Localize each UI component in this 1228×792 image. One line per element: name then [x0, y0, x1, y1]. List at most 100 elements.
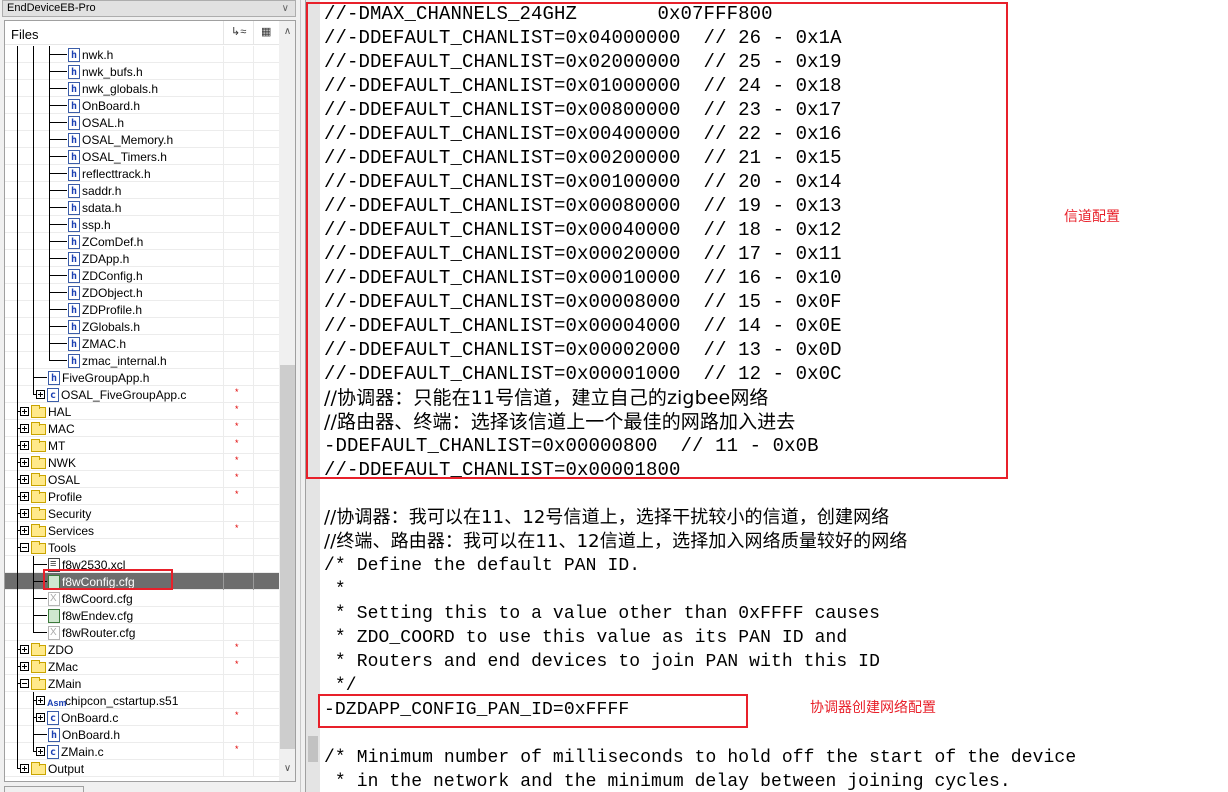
expand-icon[interactable] [20, 458, 29, 467]
code-line[interactable]: //-DDEFAULT_CHANLIST=0x00008000 // 15 - … [324, 290, 1076, 314]
expand-icon[interactable] [36, 696, 45, 705]
tree-item[interactable]: ZMac * [5, 658, 279, 676]
code-line[interactable]: * [324, 578, 1076, 602]
code-line[interactable]: //-DDEFAULT_CHANLIST=0x00020000 // 17 - … [324, 242, 1076, 266]
expand-icon[interactable] [20, 424, 29, 433]
code-line[interactable] [324, 722, 1076, 746]
tree-item[interactable]: saddr.h [5, 182, 279, 200]
code-line[interactable]: */ [324, 674, 1076, 698]
collapse-icon[interactable] [20, 543, 29, 552]
code-line[interactable]: //-DDEFAULT_CHANLIST=0x00002000 // 13 - … [324, 338, 1076, 362]
tree-item[interactable]: ZGlobals.h [5, 318, 279, 336]
code-line[interactable]: * in the network and the minimum delay b… [324, 770, 1076, 792]
expand-icon[interactable] [20, 645, 29, 654]
tree-item[interactable]: nwk_bufs.h [5, 63, 279, 81]
tree-item[interactable]: Services * [5, 522, 279, 540]
code-editor[interactable]: //-DMAX_CHANNELS_24GHZ 0x07FFF800//-DDEF… [306, 0, 1228, 792]
tree-item[interactable]: OSAL.h [5, 114, 279, 132]
tree-item[interactable]: OnBoard.h [5, 97, 279, 115]
scroll-down-icon[interactable]: ∨ [279, 760, 295, 777]
tree-item[interactable]: HAL * [5, 403, 279, 421]
chevron-down-icon[interactable]: ∨ [282, 1, 289, 16]
code-line[interactable]: //-DDEFAULT_CHANLIST=0x00040000 // 18 - … [324, 218, 1076, 242]
expand-icon[interactable] [20, 764, 29, 773]
code-line[interactable]: //-DMAX_CHANNELS_24GHZ 0x07FFF800 [324, 2, 1076, 26]
expand-icon[interactable] [36, 390, 45, 399]
tree-item[interactable]: zmac_internal.h [5, 352, 279, 370]
expand-icon[interactable] [20, 526, 29, 535]
tree-item[interactable]: NWK * [5, 454, 279, 472]
tree-scrollbar[interactable]: ∧ ∨ [279, 21, 295, 781]
code-line[interactable] [324, 482, 1076, 506]
tree-item[interactable]: OSAL_Timers.h [5, 148, 279, 166]
code-line[interactable]: * Setting this to a value other than 0xF… [324, 602, 1076, 626]
code-line[interactable]: * ZDO_COORD to use this value as its PAN… [324, 626, 1076, 650]
tree-item[interactable]: ZDApp.h [5, 250, 279, 268]
code-line[interactable]: -DZDAPP_CONFIG_PAN_ID=0xFFFF [324, 698, 1076, 722]
code-line[interactable]: //-DDEFAULT_CHANLIST=0x02000000 // 25 - … [324, 50, 1076, 74]
tree-item[interactable]: f8wRouter.cfg [5, 624, 279, 642]
tree-item[interactable]: ZMAC.h [5, 335, 279, 353]
code-line[interactable]: * Routers and end devices to join PAN wi… [324, 650, 1076, 674]
tree-item[interactable]: OSAL * [5, 471, 279, 489]
code-line[interactable]: //路由器、终端：选择该信道上一个最佳的网路加入进去 [324, 410, 1076, 434]
expand-icon[interactable] [20, 509, 29, 518]
tree-item[interactable]: f8w2530.xcl [5, 556, 279, 574]
expand-icon[interactable] [36, 713, 45, 722]
code-line[interactable]: /* Define the default PAN ID. [324, 554, 1076, 578]
expand-icon[interactable] [20, 441, 29, 450]
code-line[interactable]: //-DDEFAULT_CHANLIST=0x00010000 // 16 - … [324, 266, 1076, 290]
code-line[interactable]: //-DDEFAULT_CHANLIST=0x00200000 // 21 - … [324, 146, 1076, 170]
code-line[interactable]: //-DDEFAULT_CHANLIST=0x00400000 // 22 - … [324, 122, 1076, 146]
options-column-header[interactable]: ↳≈ [223, 21, 253, 45]
tree-item[interactable]: Tools [5, 539, 279, 557]
scrollbar-thumb[interactable] [280, 365, 295, 749]
collapse-icon[interactable] [20, 679, 29, 688]
tree-item[interactable]: sdata.h [5, 199, 279, 217]
tree-item[interactable]: OnBoard.c * [5, 709, 279, 727]
code-line[interactable]: //-DDEFAULT_CHANLIST=0x00001000 // 12 - … [324, 362, 1076, 386]
tree-item[interactable]: f8wEndev.cfg [5, 607, 279, 625]
tree-item[interactable]: FiveGroupApp.h [5, 369, 279, 387]
code-line[interactable]: //终端、路由器：我可以在11、12信道上，选择加入网络质量较好的网络 [324, 530, 1076, 554]
tree-item[interactable]: Output [5, 760, 279, 777]
tree-item[interactable]: MAC * [5, 420, 279, 438]
code-line[interactable]: //-DDEFAULT_CHANLIST=0x00004000 // 14 - … [324, 314, 1076, 338]
tree-item[interactable]: OSAL_FiveGroupApp.c * [5, 386, 279, 404]
workspace-bottom-tab[interactable] [4, 786, 84, 792]
tree-item[interactable]: ssp.h [5, 216, 279, 234]
tree-item[interactable]: Security [5, 505, 279, 523]
overview-column-header[interactable]: ▦ [253, 21, 279, 45]
code-line[interactable]: //-DDEFAULT_CHANLIST=0x04000000 // 26 - … [324, 26, 1076, 50]
tree-item[interactable]: Profile * [5, 488, 279, 506]
code-line[interactable]: //-DDEFAULT_CHANLIST=0x00001800 [324, 458, 1076, 482]
code-line[interactable]: //-DDEFAULT_CHANLIST=0x01000000 // 24 - … [324, 74, 1076, 98]
tree-item[interactable]: nwk_globals.h [5, 80, 279, 98]
expand-icon[interactable] [20, 407, 29, 416]
code-line[interactable]: //-DDEFAULT_CHANLIST=0x00800000 // 23 - … [324, 98, 1076, 122]
tree-item[interactable]: OSAL_Memory.h [5, 131, 279, 149]
project-config-dropdown[interactable]: EndDeviceEB-Pro ∨ [2, 0, 296, 17]
tree-item[interactable]: ZMain.c * [5, 743, 279, 761]
tree-item[interactable]: ZDO * [5, 641, 279, 659]
expand-icon[interactable] [20, 662, 29, 671]
expand-icon[interactable] [20, 475, 29, 484]
code-line[interactable]: //协调器：只能在11号信道，建立自己的zigbee网络 [324, 386, 1076, 410]
expand-icon[interactable] [36, 747, 45, 756]
tree-item[interactable]: ZComDef.h [5, 233, 279, 251]
tree-item[interactable]: reflecttrack.h [5, 165, 279, 183]
tree-item[interactable]: ZMain [5, 675, 279, 693]
tree-item[interactable]: f8wCoord.cfg [5, 590, 279, 608]
code-line[interactable]: //协调器：我可以在11、12号信道上，选择干扰较小的信道，创建网络 [324, 506, 1076, 530]
tree-item[interactable]: ZDObject.h [5, 284, 279, 302]
code-line[interactable]: //-DDEFAULT_CHANLIST=0x00080000 // 19 - … [324, 194, 1076, 218]
tree-item[interactable]: chipcon_cstartup.s51 [5, 692, 279, 711]
code-line[interactable]: /* Minimum number of milliseconds to hol… [324, 746, 1076, 770]
tree-item[interactable]: OnBoard.h [5, 726, 279, 744]
files-column-header[interactable]: Files [11, 27, 38, 42]
expand-icon[interactable] [20, 492, 29, 501]
tree-item[interactable]: MT * [5, 437, 279, 455]
code-line[interactable]: -DDEFAULT_CHANLIST=0x00000800 // 11 - 0x… [324, 434, 1076, 458]
tree-item[interactable]: ZDConfig.h [5, 267, 279, 285]
tree-item[interactable]: nwk.h [5, 46, 279, 64]
